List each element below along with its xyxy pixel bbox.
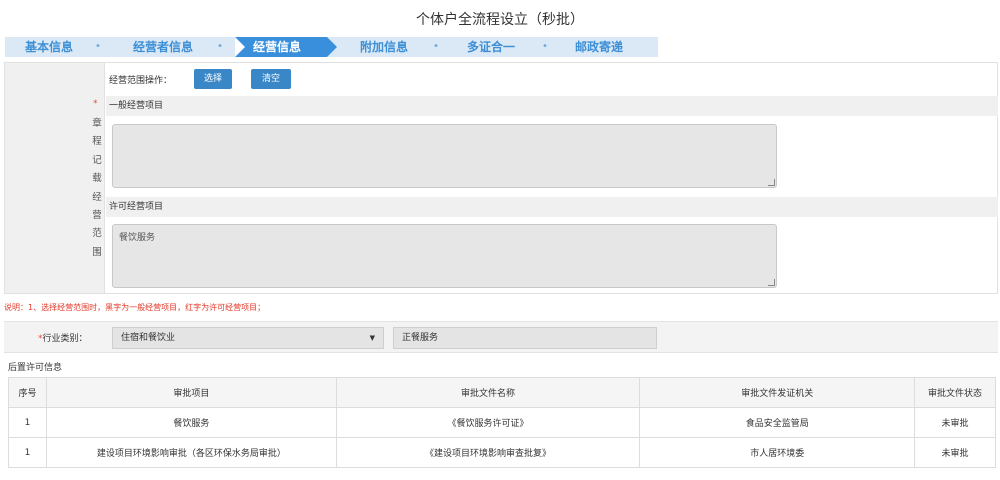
scope-note: 说明：1、选择经营范围时，黑字为一般经营项目，红字为许可经营项目； — [4, 303, 266, 312]
column-header: 序号 — [8, 377, 47, 408]
licensed-scope-header: 许可经营项目 — [106, 197, 998, 217]
step-postal-delivery[interactable]: 邮政寄递 — [575, 37, 623, 57]
table-cell: 1 — [8, 437, 47, 468]
column-header: 审批项目 — [45, 377, 337, 408]
column-header: 审批文件状态 — [914, 377, 996, 408]
required-mark: * — [93, 99, 98, 109]
table-cell: 未审批 — [914, 437, 996, 468]
table-cell: 建设项目环境影响审批（各区环保水务局审批） — [45, 437, 337, 468]
step-basic-info[interactable]: 基本信息 — [25, 37, 73, 57]
table-cell: 餐饮服务 — [45, 407, 337, 438]
step-business-info-active[interactable]: 经营信息 — [235, 37, 337, 57]
scope-operation-label: 经营范围操作： — [109, 76, 173, 86]
page-title: 个体户全流程设立（秒批） — [416, 12, 584, 28]
step-multi-cert[interactable]: 多证合一 — [467, 37, 515, 57]
table-cell: 《建设项目环境影响审查批复》 — [335, 437, 641, 468]
industry-selected-value: 住宿和餐饮业 — [121, 333, 176, 343]
industry-label: *行业类别： — [38, 334, 88, 344]
general-scope-textarea[interactable] — [112, 124, 777, 188]
step-additional-info[interactable]: 附加信息 — [360, 37, 408, 57]
industry-sub-field[interactable]: 正餐服务 — [393, 327, 657, 349]
table-row: 1 建设项目环境影响审批（各区环保水务局审批） 《建设项目环境影响审查批复》 市… — [8, 437, 996, 468]
step-business-info-label: 经营信息 — [253, 40, 302, 54]
industry-row: *行业类别： 住宿和餐饮业 ▼ 正餐服务 — [4, 321, 998, 353]
table-cell: 1 — [8, 407, 47, 438]
business-scope-panel: * 章 程 记 载 经 营 范 围 经营范围操作： 选择 清空 一般经营项目 许… — [4, 62, 998, 294]
table-cell: 《餐饮服务许可证》 — [335, 407, 641, 438]
resize-grip-icon[interactable] — [768, 279, 775, 286]
licensed-scope-value: 餐饮服务 — [119, 233, 156, 243]
general-scope-header: 一般经营项目 — [106, 96, 998, 116]
table-row: 1 餐饮服务 《餐饮服务许可证》 食品安全监管局 未审批 — [8, 407, 996, 438]
scope-operation-row: 经营范围操作： 选择 清空 — [106, 63, 998, 93]
step-operator-info[interactable]: 经营者信息 — [133, 37, 193, 57]
select-scope-button[interactable]: 选择 — [194, 69, 232, 89]
table-cell: 食品安全监管局 — [639, 407, 916, 438]
table-cell: 未审批 — [914, 407, 996, 438]
step-progress-bar: 基本信息 • 经营者信息 • 经营信息 附加信息 • 多证合一 • 邮政寄递 — [5, 37, 658, 57]
post-permit-title: 后置许可信息 — [8, 363, 63, 373]
step-separator-dot: • — [542, 41, 548, 52]
step-separator-dot: • — [217, 41, 223, 52]
resize-grip-icon[interactable] — [768, 179, 775, 186]
table-header-row: 序号 审批项目 审批文件名称 审批文件发证机关 审批文件状态 — [8, 377, 996, 408]
scope-side-label: 章 程 记 载 经 营 范 围 — [92, 118, 102, 258]
industry-select[interactable]: 住宿和餐饮业 ▼ — [112, 327, 384, 349]
step-separator-dot: • — [95, 41, 101, 52]
table-cell: 市人居环境委 — [639, 437, 916, 468]
licensed-scope-textarea[interactable]: 餐饮服务 — [112, 224, 777, 288]
industry-sub-value: 正餐服务 — [402, 333, 439, 343]
post-permit-table: 序号 审批项目 审批文件名称 审批文件发证机关 审批文件状态 1 餐饮服务 《餐… — [8, 377, 996, 468]
column-header: 审批文件名称 — [335, 377, 641, 408]
scope-side-label-column: * 章 程 记 载 经 营 范 围 — [5, 63, 105, 293]
step-separator-dot: • — [433, 41, 439, 52]
column-header: 审批文件发证机关 — [639, 377, 916, 408]
clear-scope-button[interactable]: 清空 — [251, 69, 291, 89]
chevron-down-icon: ▼ — [369, 334, 375, 342]
